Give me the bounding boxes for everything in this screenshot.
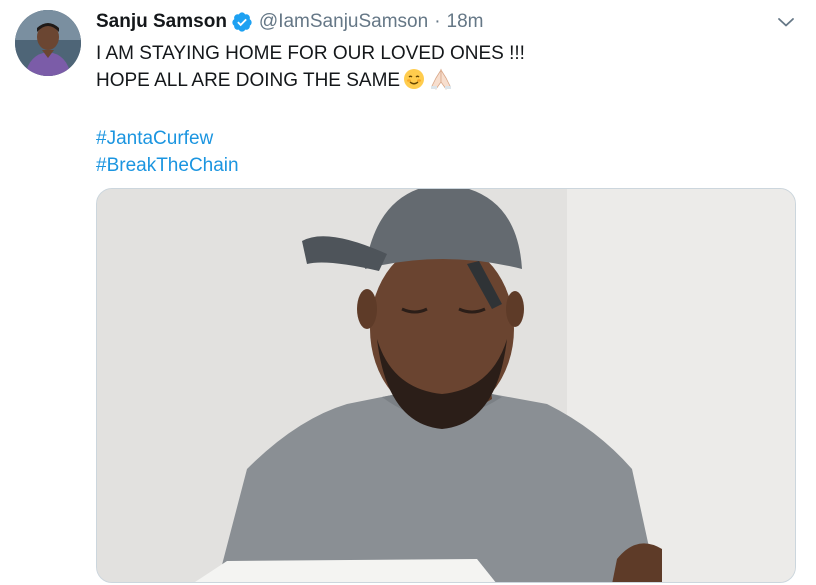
tweet-photo[interactable] (96, 188, 796, 583)
smiling-face-icon (403, 68, 425, 98)
tweet-text-line-2: HOPE ALL ARE DOING THE SAME (96, 70, 401, 91)
separator-dot: · (434, 11, 441, 32)
chevron-down-icon[interactable] (774, 10, 798, 34)
author-handle[interactable]: @IamSanjuSamson (259, 11, 428, 33)
folded-hands-icon (428, 68, 454, 98)
tweet[interactable]: Sanju Samson @IamSanjuSamson · 18m I AM … (0, 0, 816, 585)
hashtag-janta-curfew[interactable]: #JantaCurfew (96, 125, 796, 152)
verified-badge-icon (231, 11, 253, 33)
tweet-text-line-1: I AM STAYING HOME FOR OUR LOVED ONES !!! (96, 43, 525, 64)
tweet-content: Sanju Samson @IamSanjuSamson · 18m I AM … (96, 8, 796, 179)
hashtag-break-the-chain[interactable]: #BreakTheChain (96, 152, 796, 179)
tweet-text: I AM STAYING HOME FOR OUR LOVED ONES !!!… (96, 40, 796, 179)
tweet-header: Sanju Samson @IamSanjuSamson · 18m (96, 8, 796, 36)
avatar[interactable] (15, 10, 81, 76)
tweet-text-line-2-wrap: HOPE ALL ARE DOING THE SAME (96, 67, 796, 98)
author-name[interactable]: Sanju Samson (96, 11, 227, 33)
tweet-timestamp[interactable]: 18m (447, 11, 484, 33)
